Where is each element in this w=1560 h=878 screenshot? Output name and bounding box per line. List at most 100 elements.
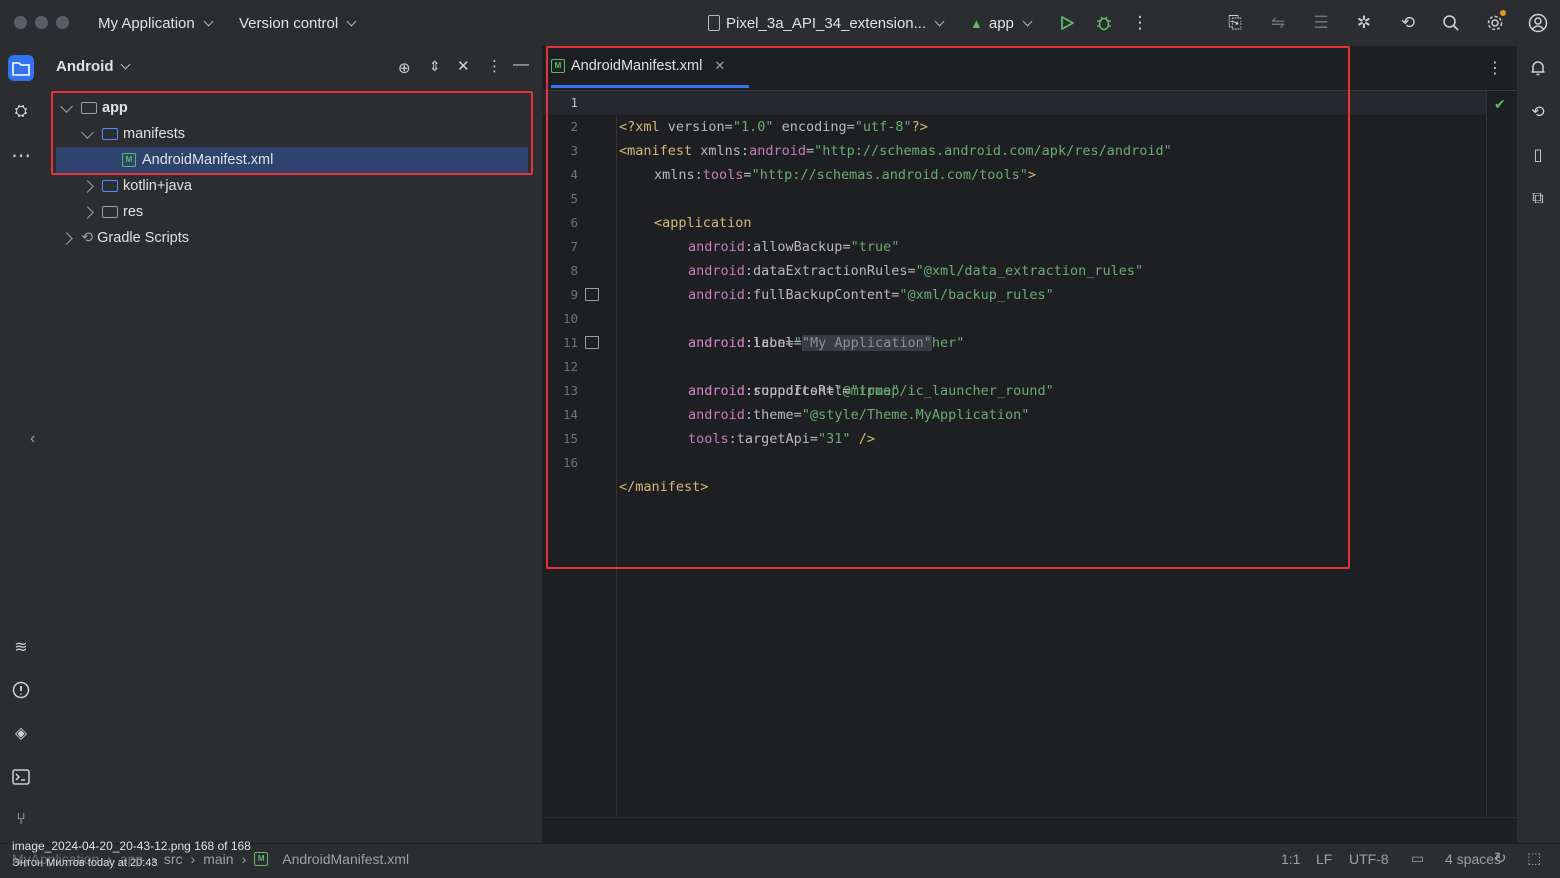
project-view-selector[interactable]: Android [56,58,130,75]
minimize-icon: — [513,56,529,73]
breadcrumb-item[interactable]: MyApplication [12,851,99,867]
device-name: Pixel_3a_API_34_extension... [726,14,927,32]
app-inspection-button[interactable]: ✲ [1353,12,1375,34]
caret-position[interactable]: 1:1 [1281,851,1300,867]
problems-button[interactable] [8,677,34,703]
more-vertical-icon: ⋮ [1131,13,1149,32]
project-selector[interactable]: My Application [98,13,214,33]
chevron-right-icon: › [241,851,247,867]
tree-item-gradle-scripts[interactable]: ⟲ Gradle Scripts [42,225,562,251]
target-icon: ⊕ [398,60,411,77]
cat-icon: ≋ [14,639,28,656]
more-actions-button[interactable]: ⋮ [1129,12,1151,34]
highlight-box-editor [546,46,1350,569]
collapse-panel-button[interactable]: ‹ [30,430,42,447]
terminal-button[interactable] [8,764,34,790]
translate-icon: ⇋ [1270,13,1286,32]
expand-icon: ⇕ [429,58,441,74]
device-manager-button[interactable]: ⎘ [1224,12,1246,34]
notifications-button[interactable] [1525,55,1551,81]
gradle-icon: ⟲ [81,230,94,246]
bug-icon [1097,16,1111,31]
line-separator[interactable]: LF [1316,851,1332,867]
folder-icon [12,61,30,76]
running-devices-button[interactable]: ⧉ [1525,186,1551,212]
git-branch-icon: ⑂ [16,811,26,828]
run-button[interactable] [1056,12,1078,34]
gradle-button[interactable]: ⟲ [1525,99,1551,125]
settings-button[interactable] [1484,10,1506,34]
search-icon [1443,15,1459,31]
layout-inspector-button[interactable]: ☰ [1310,12,1332,34]
logcat-button[interactable]: ≋ [8,634,34,660]
read-only-toggle[interactable]: ▭ [1411,850,1424,867]
account-button[interactable] [1527,12,1549,34]
device-manager-side-button[interactable]: ▯ [1525,142,1551,168]
right-margin-divider [1486,90,1487,817]
tree-item-label: kotlin+java [123,178,192,194]
tree-item-kotlin-java[interactable]: kotlin+java [42,173,583,199]
device-selector[interactable]: Pixel_3a_API_34_extension... [708,13,945,33]
window-close-button[interactable] [14,16,27,29]
hide-panel-button[interactable]: — [513,56,529,74]
title-bar: My Application Version control Pixel_3a_… [0,0,1560,46]
expand-all-button[interactable]: ⇕ [429,58,441,75]
highlight-box-tree [51,91,533,175]
file-encoding[interactable]: UTF-8 [1349,851,1389,867]
chevron-right-icon: › [190,851,196,867]
build-variants-button[interactable]: ◈ [8,720,34,746]
more-vertical-icon: ⋮ [487,58,502,75]
breadcrumb-item[interactable]: main [203,851,233,867]
gradle-sync-button[interactable]: ⟲ [1397,12,1419,34]
run-config-selector[interactable]: ▲ app [970,13,1033,33]
breadcrumb-item[interactable]: app [120,851,143,867]
chevron-right-icon [60,231,73,245]
more-horizontal-icon: ⋯ [11,144,31,167]
device-manager-icon: ⎘ [1228,13,1242,32]
tree-item-res[interactable]: res [42,199,583,225]
version-control-button[interactable]: ⑂ [8,807,34,833]
sync-status-button[interactable]: ↻ [1494,849,1507,867]
project-tool-button[interactable] [8,55,34,81]
vcs-menu[interactable]: Version control [239,13,357,33]
tree-item-label: Gradle Scripts [97,230,190,246]
update-badge [1500,10,1506,16]
breadcrumb-item[interactable]: src [164,851,183,867]
more-tools-button[interactable]: ⋯ [8,142,34,168]
chevron-right-icon: › [107,851,112,867]
memory-indicator-button[interactable]: ⬚ [1527,849,1541,867]
chevron-down-icon [934,16,945,26]
chevron-right-icon [81,205,94,219]
shapes-icon: ⛭ [14,103,28,120]
chevron-left-icon: ‹ [30,430,36,447]
elephant-icon: ⟲ [1531,104,1545,121]
chevron-down-icon [346,16,357,26]
window-zoom-button[interactable] [56,16,69,29]
indent-setting[interactable]: 4 spaces [1445,851,1501,867]
locate-file-button[interactable]: ⊕ [398,59,411,77]
debug-button[interactable] [1093,12,1115,34]
gear-icon [1487,15,1503,31]
translate-button[interactable]: ⇋ [1267,12,1289,34]
window-minimize-button[interactable] [35,16,48,29]
device-icon [708,15,720,31]
project-view-label: Android [56,58,114,75]
search-button[interactable] [1440,12,1462,34]
account-icon [1528,13,1548,33]
tab-options-button[interactable]: ⋮ [1487,58,1503,78]
panel-options-button[interactable]: ⋮ [487,57,502,75]
left-tool-strip: ⛭ ⋯ ‹ ≋ ◈ ⑂ [0,46,42,843]
collapse-all-button[interactable]: ✕ [457,57,470,75]
run-icon [1061,16,1074,30]
chevron-down-icon [120,59,130,70]
terminal-icon [12,769,30,785]
problems-icon [12,681,30,699]
more-vertical-icon: ⋮ [1487,60,1503,77]
folder-icon [102,180,118,192]
resource-manager-button[interactable]: ⛭ [8,99,34,125]
vcs-label: Version control [239,14,339,32]
project-name: My Application [98,14,195,32]
gem-icon: ◈ [14,725,28,742]
breadcrumb-item[interactable]: AndroidManifest.xml [282,851,409,867]
bell-icon [1531,61,1545,76]
